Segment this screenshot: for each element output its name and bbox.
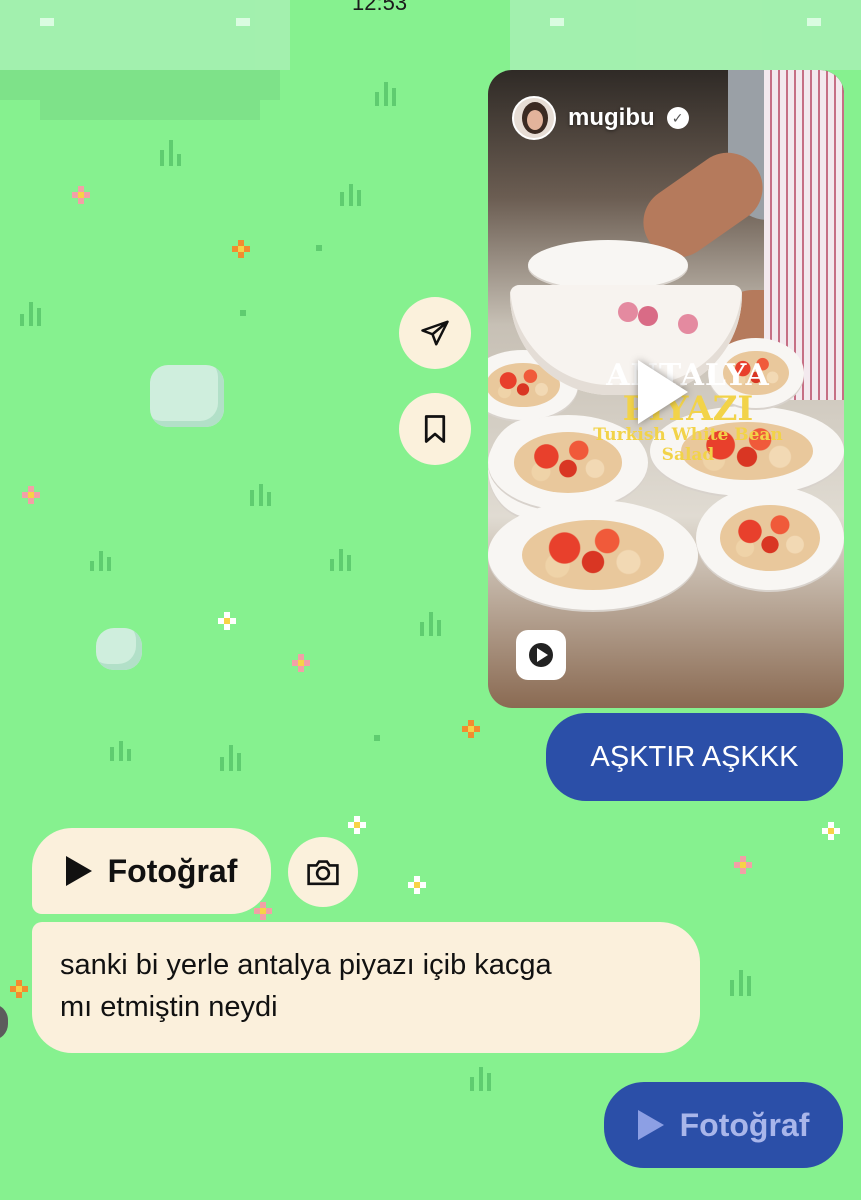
message-text-line1: sanki bi yerle antalya piyazı içib kacga [60, 949, 552, 981]
pixel-grass [340, 180, 362, 206]
author-avatar[interactable] [512, 96, 556, 140]
pixel-hill [0, 70, 280, 100]
camera-icon [307, 860, 339, 886]
bowl-rose-decoration [638, 306, 658, 326]
message-outgoing-photo[interactable]: Fotoğraf [604, 1082, 843, 1168]
pixel-rock [150, 365, 224, 427]
pixel-flower-icon [408, 876, 426, 894]
reel-overlay-title: ANTALYA PİYAZI Turkish White Bean Salad [568, 358, 808, 465]
bowl-rose-decoration [618, 302, 638, 322]
message-incoming-photo[interactable]: Fotoğraf [32, 828, 271, 914]
bowl-rose-decoration [678, 314, 698, 334]
play-icon [637, 1110, 664, 1140]
send-icon [421, 320, 449, 346]
share-button[interactable] [399, 297, 471, 369]
reel-scene-plate [696, 486, 844, 590]
pixel-flower-icon [10, 980, 28, 998]
pixel-grass [110, 735, 132, 761]
pixel-fence [0, 0, 290, 70]
pixel-grass [730, 970, 752, 996]
author-username[interactable]: mugibu [568, 104, 655, 132]
reels-icon [516, 630, 566, 680]
pixel-flower-icon [462, 720, 480, 738]
pixel-flower-icon [734, 856, 752, 874]
reel-scene-plate [488, 500, 698, 610]
verified-badge-icon: ✓ [666, 107, 689, 129]
message-outgoing[interactable]: AŞKTIR AŞKKK [546, 713, 843, 801]
pixel-grass [375, 80, 397, 106]
status-bar-time: 12:53 [352, 0, 408, 15]
camera-reply-button[interactable] [288, 837, 358, 907]
pixel-grass [220, 745, 242, 771]
pixel-grass [470, 1065, 492, 1091]
play-icon[interactable] [638, 360, 688, 424]
pixel-dot [316, 245, 322, 251]
save-button[interactable] [399, 393, 471, 465]
pixel-grass [250, 480, 272, 506]
reel-title-line3: Turkish White Bean Salad [593, 425, 783, 465]
pixel-flower-icon [72, 186, 90, 204]
pixel-fence [510, 0, 861, 70]
photo-label: Fotoğraf [679, 1106, 810, 1143]
pixel-flower-icon [254, 902, 272, 920]
pixel-flower-icon [822, 822, 840, 840]
reel-scene-plate [528, 240, 688, 290]
pixel-rock [96, 628, 142, 670]
pixel-grass [330, 545, 352, 571]
pixel-flower-icon [348, 816, 366, 834]
pixel-grass [20, 300, 42, 326]
message-text-line2: mı etmiştin neydi [60, 991, 278, 1023]
photo-label: Fotoğraf [107, 852, 238, 889]
message-text: AŞKTIR AŞKKK [590, 741, 799, 773]
reel-title-line2: PİYAZI [622, 389, 754, 429]
pixel-hill [40, 100, 260, 120]
pixel-flower-icon [218, 612, 236, 630]
play-icon [65, 856, 92, 886]
shared-reel-card[interactable]: mugibu ✓ ANTALYA PİYAZI Turkish White Be… [488, 70, 844, 708]
pixel-grass [90, 545, 112, 571]
pixel-dot [374, 735, 380, 741]
pixel-flower-icon [292, 654, 310, 672]
pixel-dot [240, 310, 246, 316]
reel-author[interactable]: mugibu ✓ [512, 96, 689, 140]
bookmark-icon [424, 415, 446, 443]
reel-title-line1: ANTALYA [606, 358, 770, 393]
pixel-flower-icon [22, 486, 40, 504]
message-incoming[interactable]: sanki bi yerle antalya piyazı içib kacga… [32, 922, 700, 1053]
pixel-grass [160, 140, 182, 166]
pixel-flower-icon [232, 240, 250, 258]
pixel-grass [420, 610, 442, 636]
